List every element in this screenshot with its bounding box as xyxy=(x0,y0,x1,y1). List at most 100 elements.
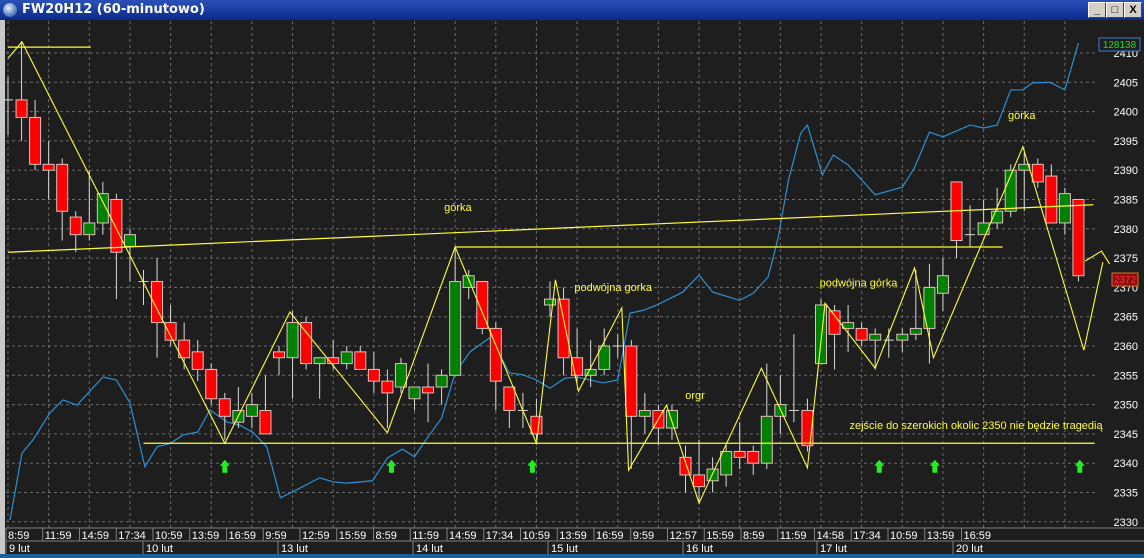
y-tick-label: 2330 xyxy=(1114,517,1138,529)
candle-down xyxy=(110,199,123,253)
x-time-label: 13:59 xyxy=(559,530,587,542)
annotation-label: podwójna górka xyxy=(820,278,899,290)
candle-up xyxy=(909,327,922,335)
candle-up xyxy=(96,193,109,224)
annotation-label: górka xyxy=(444,202,472,214)
candle-down xyxy=(828,310,841,335)
buy-arrow-icon xyxy=(874,459,885,473)
candle-down xyxy=(733,450,746,458)
candle-up xyxy=(869,333,882,341)
x-time-label: 13:59 xyxy=(927,530,955,542)
candle-up xyxy=(123,234,136,247)
candle-down xyxy=(747,450,760,464)
x-time-label: 11:59 xyxy=(780,530,807,542)
candle-down xyxy=(15,99,28,118)
x-time-label: 16:59 xyxy=(596,530,624,542)
candle-down xyxy=(56,163,69,212)
candle-up xyxy=(544,298,556,306)
x-time-label: 13:59 xyxy=(192,530,220,542)
buy-arrow-icon xyxy=(1074,459,1085,473)
x-time-label: 10:59 xyxy=(523,530,551,542)
x-time-label: 8:59 xyxy=(376,530,397,542)
annotation-label: podwójna gorka xyxy=(574,282,653,294)
y-tick-label: 2345 xyxy=(1114,429,1138,441)
candle-up xyxy=(313,357,326,365)
candle-up xyxy=(638,409,651,417)
y-tick-label: 2335 xyxy=(1114,488,1138,500)
y-tick-label: 2395 xyxy=(1114,136,1138,148)
candle-up xyxy=(896,333,909,341)
candle-down xyxy=(693,474,706,488)
x-time-label: 14:59 xyxy=(82,530,110,542)
y-tick-label: 2365 xyxy=(1114,312,1138,324)
y-tick-label: 2350 xyxy=(1114,400,1138,412)
y-tick-label: 2400 xyxy=(1114,107,1138,119)
y-tick-label: 2375 xyxy=(1114,253,1138,265)
candle-down xyxy=(1045,175,1058,224)
candle-down xyxy=(164,322,177,341)
candle-up xyxy=(1058,193,1071,224)
candle-down xyxy=(354,351,367,370)
y-tick-label: 2340 xyxy=(1114,458,1138,470)
y-tick-label: 2385 xyxy=(1114,195,1138,207)
buy-arrow-icon xyxy=(219,459,230,473)
annotation-label: górka xyxy=(1008,110,1036,122)
candle-up xyxy=(83,222,96,236)
candle-down xyxy=(367,368,380,382)
buy-arrow-icon xyxy=(386,459,397,473)
x-time-label: 16:59 xyxy=(229,530,257,542)
x-time-label: 17:34 xyxy=(118,530,146,542)
x-time-label: 11:59 xyxy=(412,530,439,542)
candle-up xyxy=(245,404,258,417)
candle-up xyxy=(815,304,827,365)
candlestick-chart[interactable]: 2330233523402345235023552360236523702375… xyxy=(0,0,1144,558)
candle-up xyxy=(936,275,949,294)
candle-down xyxy=(191,351,204,370)
y-tick-label: 2355 xyxy=(1114,370,1138,382)
x-time-label: 14:59 xyxy=(449,530,477,542)
indicator-value: 128138 xyxy=(1103,40,1137,51)
x-time-label: 12:57 xyxy=(670,530,698,542)
candle-down xyxy=(1031,163,1044,183)
y-tick-label: 2380 xyxy=(1114,224,1138,236)
x-time-label: 17:34 xyxy=(486,530,514,542)
candle-up xyxy=(408,386,421,400)
x-time-label: 9:59 xyxy=(265,530,286,542)
candle-down xyxy=(42,163,55,171)
candle-down xyxy=(69,216,82,236)
x-time-label: 11:59 xyxy=(45,530,72,542)
bottom-border xyxy=(0,554,1144,558)
candle-up xyxy=(435,374,448,388)
annotation-label: orgr xyxy=(685,390,705,402)
candle-down xyxy=(381,380,394,394)
candle-down xyxy=(259,409,272,435)
x-time-label: 15:59 xyxy=(706,530,734,542)
candle-up xyxy=(286,322,299,359)
x-time-label: 14:58 xyxy=(817,530,845,542)
candle-up xyxy=(340,351,353,365)
candle-down xyxy=(300,322,313,365)
x-time-label: 9:59 xyxy=(633,530,654,542)
candle-down xyxy=(855,327,868,341)
x-time-label: 8:59 xyxy=(8,530,29,542)
candle-down xyxy=(625,345,638,417)
annotation-label: zejście do szerokich okolic 2350 nie będ… xyxy=(849,420,1103,432)
x-time-label: 10:59 xyxy=(155,530,183,542)
y-tick-label: 2390 xyxy=(1114,165,1138,177)
x-time-label: 16:59 xyxy=(964,530,992,542)
candle-down xyxy=(557,298,570,359)
candle-up xyxy=(449,281,462,376)
x-time-label: 8:59 xyxy=(743,530,764,542)
candle-down xyxy=(273,351,285,359)
x-time-label: 12:59 xyxy=(302,530,330,542)
candle-down xyxy=(1072,199,1085,277)
x-time-label: 17:34 xyxy=(853,530,881,542)
candle-up xyxy=(720,450,733,476)
y-tick-label: 2405 xyxy=(1114,77,1138,89)
drawn-line xyxy=(1084,250,1111,265)
x-time-label: 15:59 xyxy=(339,530,367,542)
candle-up xyxy=(977,222,990,236)
candle-down xyxy=(218,398,231,417)
candle-down xyxy=(29,116,42,165)
buy-arrow-icon xyxy=(527,459,538,473)
